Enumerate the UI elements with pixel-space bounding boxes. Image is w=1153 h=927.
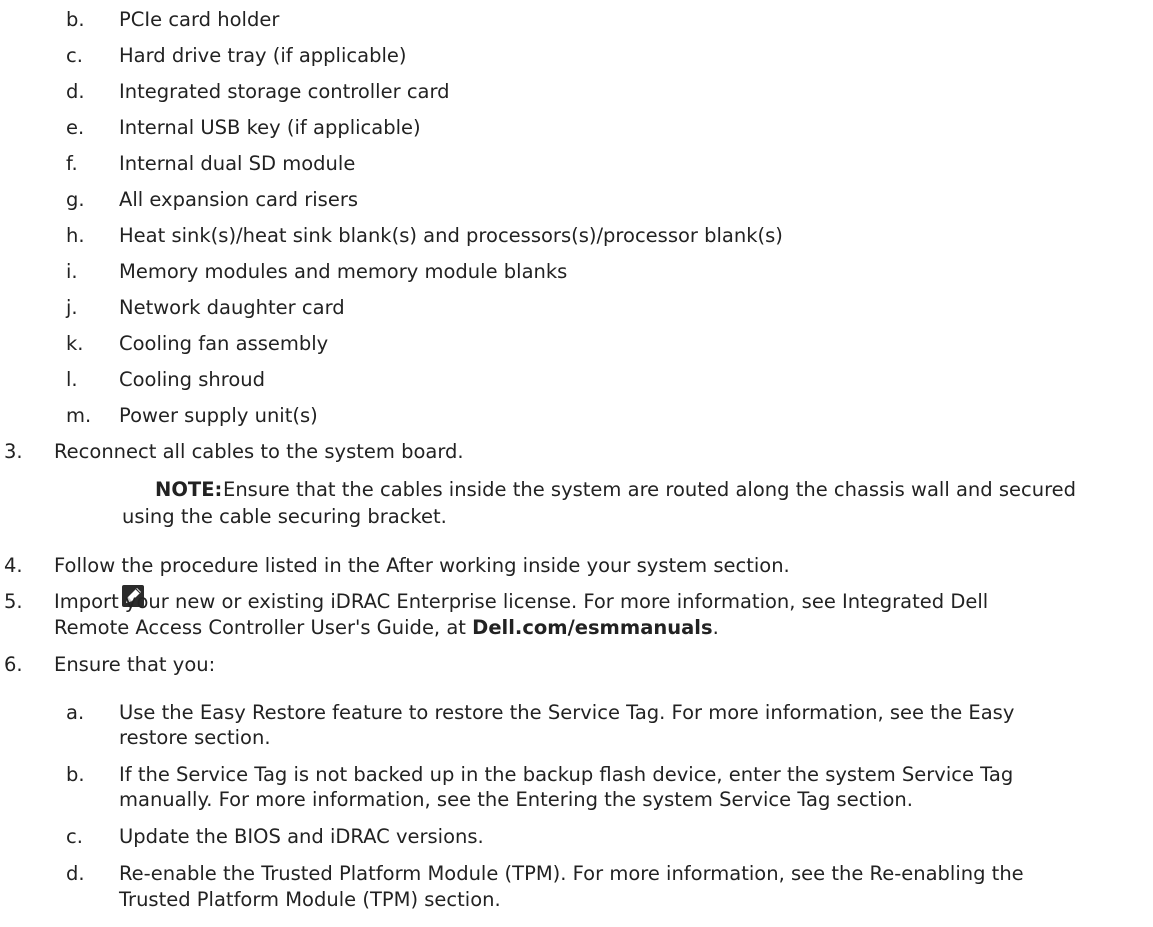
manuals-link[interactable]: Dell.com/esmmanuals — [472, 616, 712, 639]
note-label: NOTE: — [155, 478, 223, 501]
